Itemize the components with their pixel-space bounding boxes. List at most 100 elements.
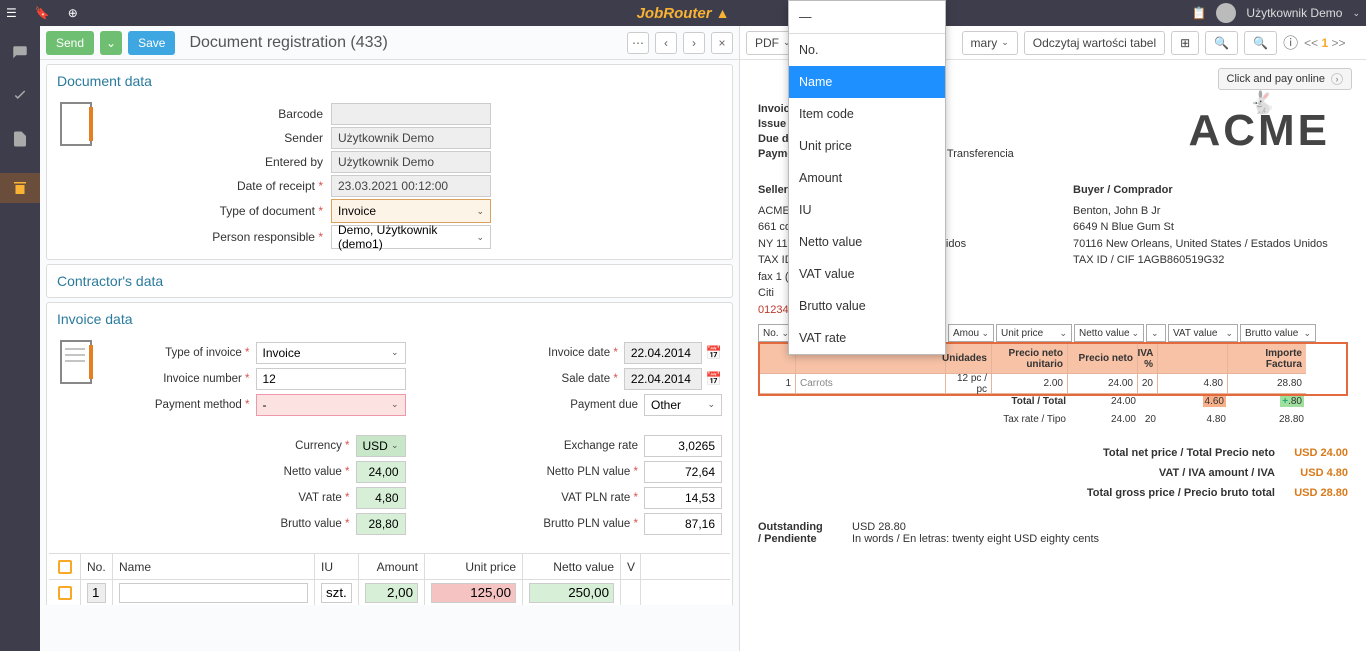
send-button[interactable]: Send [46,31,94,55]
checkbox-all[interactable] [58,560,72,574]
dd-vatrate[interactable]: VAT rate [789,322,945,354]
dd-iu[interactable]: IU [789,194,945,226]
dd-amount[interactable]: Amount [789,162,945,194]
sidebar-archive[interactable] [0,173,40,203]
user-name[interactable]: Użytkownik Demo [1246,6,1342,20]
nettopl-input[interactable]: 72,64 [644,461,722,483]
sender-label: Sender [109,131,331,145]
entered-label: Entered by [109,155,331,169]
doctype-select[interactable]: Invoice⌄ [331,199,491,223]
saledate-label: Sale date [426,373,624,385]
exrate-label: Exchange rate [426,440,645,452]
menu-icon[interactable]: ☰ [6,6,17,20]
sidebar [0,26,40,651]
row-name[interactable] [119,583,308,603]
responsible-select[interactable]: Demo, Użytkownik (demo1)⌄ [331,225,491,249]
total-row-2: Tax rate / Tipo 24.00 20 4.80 28.80 [758,414,1348,432]
prev-button[interactable]: ‹ [655,32,677,54]
page-title: Document registration (433) [189,34,387,52]
add-icon[interactable]: ⊕ [68,6,78,20]
map-vat[interactable]: VAT value⌄ [1168,324,1238,342]
invnum-input[interactable] [256,368,406,390]
dd-netto[interactable]: Netto value [789,226,945,258]
dd-vatval[interactable]: VAT value [789,258,945,290]
paydue-select[interactable]: Other⌄ [644,394,722,416]
dd-unitprice[interactable]: Unit price [789,130,945,162]
zoom-out-icon[interactable]: 🔍 [1205,31,1238,55]
pager[interactable]: << 1 >> [1304,36,1345,50]
close-button[interactable]: × [711,32,733,54]
dd-brutto[interactable]: Brutto value [789,290,945,322]
map-amount[interactable]: Amou⌄ [948,324,994,342]
send-dropdown[interactable]: ⌄ [100,31,122,55]
bruttopl-label: Brutto PLN value [426,518,645,530]
row-netto[interactable] [529,583,614,603]
calendar-icon[interactable]: 📅 [706,345,722,361]
help-icon[interactable]: ⓘ [1283,32,1298,53]
sidebar-check[interactable] [11,87,29,108]
chevron-down-icon[interactable]: ⌄ [1352,8,1360,19]
table-header: No. Name IU Amount Unit price Netto valu… [49,553,730,579]
vat-label: VAT rate [109,492,356,504]
sidebar-inbox[interactable] [11,44,29,65]
invoice-icon [57,339,101,389]
paymethod-select[interactable]: -⌄ [256,394,406,416]
invdate-input[interactable]: 22.04.2014 [624,342,702,364]
currency-label: Currency [109,440,356,452]
grid-icon[interactable]: ⊞ [1171,31,1199,55]
dd-itemcode[interactable]: Item code [789,98,945,130]
zoom-in-icon[interactable]: 🔍 [1244,31,1277,55]
barcode-label: Barcode [109,107,331,121]
vat-input[interactable]: 4,80 [356,487,406,509]
calendar-icon[interactable]: 📅 [706,371,722,387]
save-button[interactable]: Save [128,31,175,55]
invdate-label: Invoice date [426,347,624,359]
currency-select[interactable]: USD⌄ [356,435,406,457]
sidebar-doc[interactable] [11,130,29,151]
more-button[interactable]: ⋯ [627,32,649,54]
clipboard-icon[interactable]: 📋 [1191,6,1206,20]
col-iu: IU [315,554,359,579]
paymethod-label: Payment method [109,399,256,411]
next-button[interactable]: › [683,32,705,54]
row-iu[interactable] [321,583,352,603]
form-panel: Send ⌄ Save Document registration (433) … [40,26,740,651]
read-table-button[interactable]: Odczytaj wartości tabel [1024,31,1165,55]
doc-totals: Total net price / Total Precio neto USD … [758,444,1348,503]
saledate-input[interactable]: 22.04.2014 [624,368,702,390]
map-unitprice[interactable]: Unit price⌄ [996,324,1072,342]
bookmark-icon[interactable]: 🔖 [35,6,50,20]
dd-name[interactable]: Name [789,66,945,98]
avatar[interactable] [1216,3,1236,23]
netto-input[interactable]: 24,00 [356,461,406,483]
col-name: Name [113,554,315,579]
summary-button[interactable]: mary ⌄ [962,31,1018,55]
row-amount[interactable] [365,583,418,603]
col-netto: Netto value [523,554,621,579]
netto-label: Netto value [109,466,356,478]
click-pay-button[interactable]: Click and pay online› [1218,68,1352,90]
map-brutto[interactable]: Brutto value⌄ [1240,324,1316,342]
col-v: V [621,554,641,579]
map-blank[interactable]: ⌄ [1146,324,1166,342]
receipt-input[interactable] [331,175,491,197]
exrate-input[interactable]: 3,0265 [644,435,722,457]
warning-icon: ▲ [716,5,730,21]
total-row-1: Total / Total 24.00 4.60 +.80 [758,396,1348,414]
logo: JobRouter ▲ [637,5,730,22]
column-dropdown[interactable]: — No. Name Item code Unit price Amount I… [788,0,946,355]
vatpl-input[interactable]: 14,53 [644,487,722,509]
brutto-input[interactable]: 28,80 [356,513,406,535]
barcode-input[interactable] [331,103,491,125]
outstanding-block: Outstanding / Pendiente USD 28.80 In wor… [758,521,1348,545]
row-unitprice[interactable] [431,583,516,603]
map-netto[interactable]: Netto value⌄ [1074,324,1144,342]
paydue-label: Payment due [426,399,645,411]
bruttopl-input[interactable]: 87,16 [644,513,722,535]
dd-dash[interactable]: — [789,1,945,34]
row-no[interactable] [87,583,106,603]
nettopl-label: Netto PLN value [426,466,645,478]
checkbox-row[interactable] [58,586,72,600]
dd-no[interactable]: No. [789,34,945,66]
invtype-select[interactable]: Invoice⌄ [256,342,406,364]
